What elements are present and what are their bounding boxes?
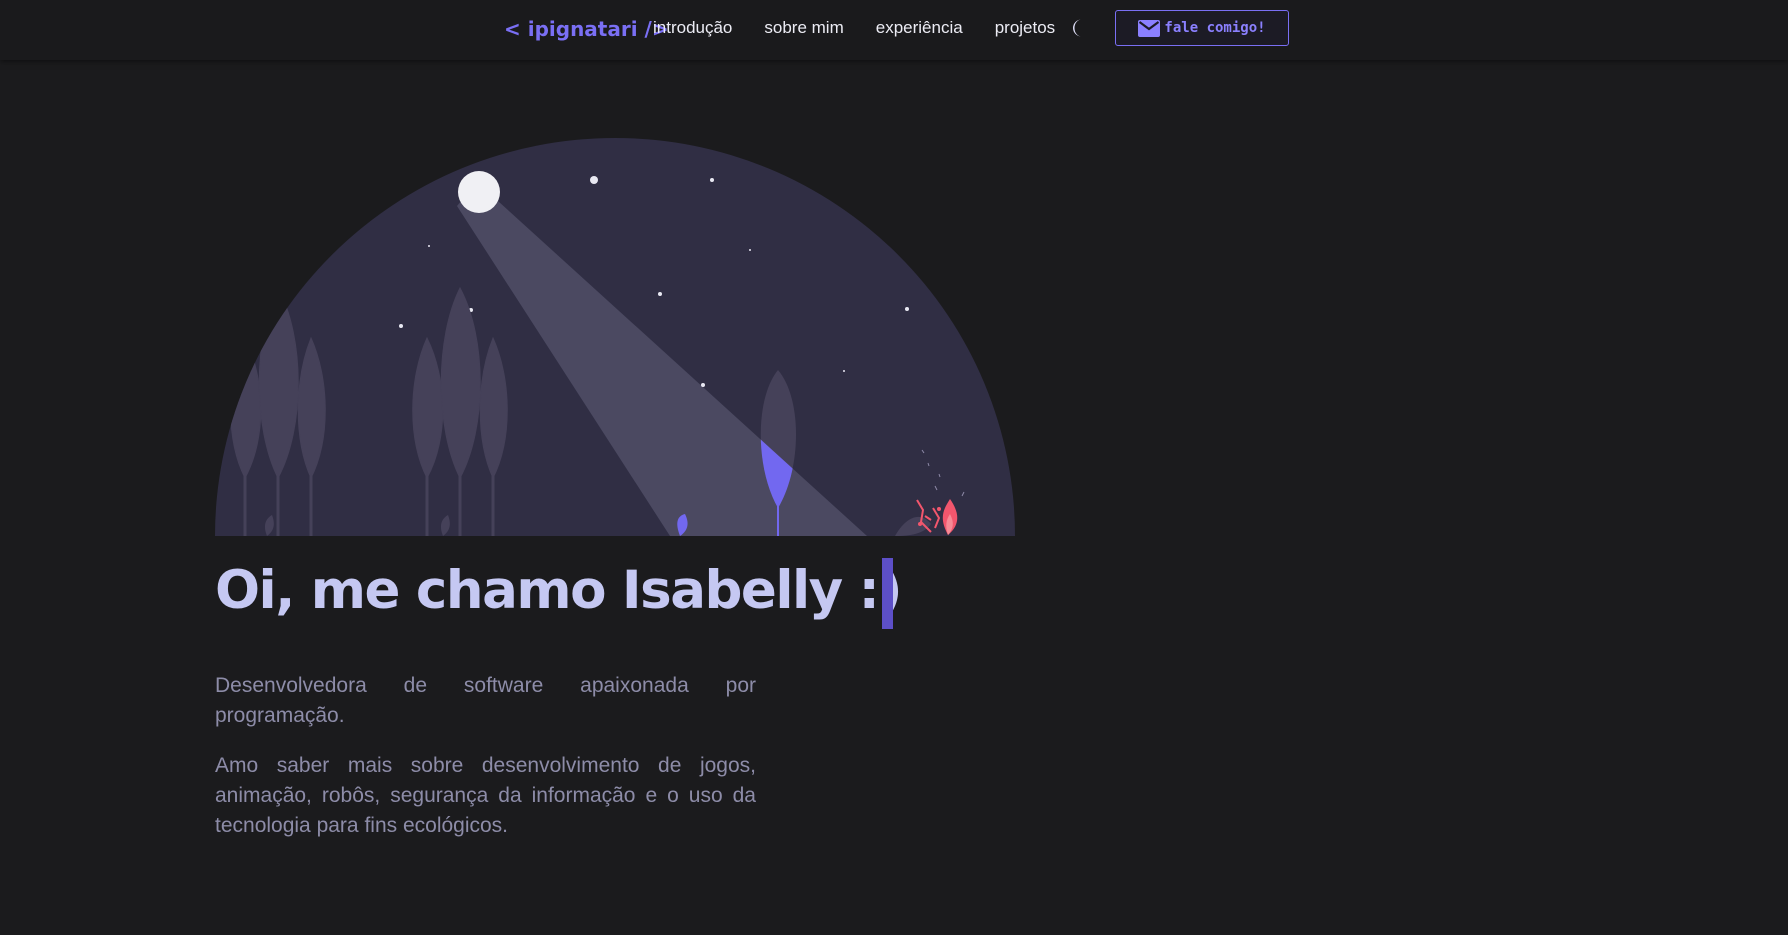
hero-bio-intro: Desenvolvedora de software apaixonada po… — [215, 674, 756, 727]
typing-cursor — [882, 558, 893, 629]
mail-icon — [1138, 19, 1161, 37]
nav-link-introducao[interactable]: introdução — [653, 18, 732, 38]
night-forest-illustration — [215, 138, 1015, 536]
theme-toggle-button[interactable] — [1068, 16, 1092, 40]
contact-button-label: fale comigo! — [1164, 20, 1266, 36]
nav-link-sobre-mim[interactable]: sobre mim — [764, 18, 843, 38]
moon — [458, 171, 500, 213]
main-nav: introdução sobre mim experiência projeto… — [653, 18, 1055, 38]
contact-button[interactable]: fale comigo! — [1115, 10, 1289, 46]
moon-icon — [1072, 19, 1082, 37]
hero-bio-interests: Amo saber mais sobre desenvolvimento de … — [215, 754, 756, 837]
nav-link-projetos[interactable]: projetos — [995, 18, 1055, 38]
site-logo[interactable]: < ipignatari /> — [504, 17, 669, 41]
top-navbar: < ipignatari /> introdução sobre mim exp… — [0, 0, 1788, 60]
nav-link-experiencia[interactable]: experiência — [876, 18, 963, 38]
hero-headline: Oi, me chamo Isabelly :) — [215, 560, 903, 621]
